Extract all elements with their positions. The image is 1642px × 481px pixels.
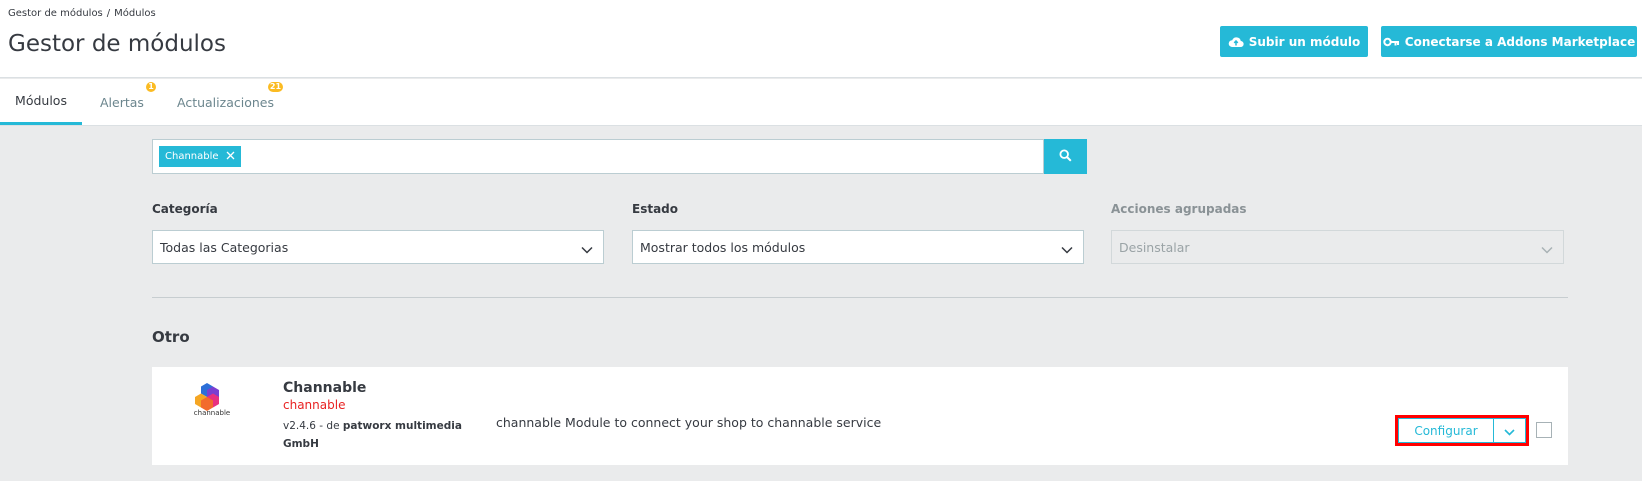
bulk-actions-select: Desinstalar xyxy=(1111,230,1564,264)
bulk-actions-value: Desinstalar xyxy=(1119,239,1190,255)
module-by: - de xyxy=(319,420,340,432)
module-version-author: v2.4.6 - de patworx multimedia GmbH xyxy=(283,417,463,453)
category-filter-label: Categoría xyxy=(152,202,218,216)
tab-modules[interactable]: Módulos xyxy=(0,79,82,125)
chevron-down-icon xyxy=(581,242,593,257)
module-card: channable Channable channable v2.4.6 - d… xyxy=(152,367,1568,465)
tab-alerts[interactable]: Alertas xyxy=(100,79,144,125)
status-select[interactable]: Mostrar todos los módulos xyxy=(632,230,1084,264)
chevron-down-icon xyxy=(1504,421,1515,440)
module-name: Channable xyxy=(283,380,367,396)
category-select-value: Todas las Categorias xyxy=(160,239,289,255)
search-tag-label: Channable xyxy=(165,151,219,162)
module-tabs: Módulos Alertas 1 Actualizaciones 21 xyxy=(0,79,1642,126)
tab-updates[interactable]: Actualizaciones xyxy=(177,79,274,125)
breadcrumb: Gestor de módulos / Módulos xyxy=(8,8,156,19)
key-icon xyxy=(1383,37,1400,47)
module-actions-dropdown-button[interactable] xyxy=(1493,418,1526,443)
module-version: v2.4.6 xyxy=(283,420,316,432)
module-select-checkbox[interactable] xyxy=(1536,422,1552,438)
module-technical-name: channable xyxy=(283,398,346,412)
divider xyxy=(152,297,1568,298)
page-header: Gestor de módulos / Módulos Gestor de módu… xyxy=(0,0,1642,78)
breadcrumb-separator: / xyxy=(106,8,111,19)
breadcrumb-current: Módulos xyxy=(114,8,156,19)
search-button[interactable] xyxy=(1044,139,1087,174)
updates-count-badge: 21 xyxy=(268,82,283,92)
connect-addons-label: Conectarse a Addons Marketplace xyxy=(1404,34,1636,49)
status-select-value: Mostrar todos los módulos xyxy=(640,239,806,255)
search-icon xyxy=(1059,147,1072,166)
category-select[interactable]: Todas las Categorias xyxy=(152,230,604,264)
category-section-title: Otro xyxy=(152,328,190,346)
alerts-count-badge: 1 xyxy=(146,82,156,92)
chevron-down-icon xyxy=(1541,242,1553,257)
module-description: channable Module to connect your shop to… xyxy=(496,415,882,430)
module-search-input[interactable]: Channable xyxy=(152,139,1044,174)
status-filter-label: Estado xyxy=(632,202,679,216)
page-title: Gestor de módulos xyxy=(8,31,226,57)
breadcrumb-link-module-manager[interactable]: Gestor de módulos xyxy=(8,8,103,19)
chevron-down-icon xyxy=(1061,242,1073,257)
bulk-actions-label: Acciones agrupadas xyxy=(1111,202,1247,216)
upload-module-button[interactable]: Subir un módulo xyxy=(1220,26,1368,57)
configure-button[interactable]: Configurar xyxy=(1398,418,1494,443)
module-logo-text: channable xyxy=(193,409,231,417)
cloud-upload-icon xyxy=(1228,36,1244,48)
close-icon[interactable] xyxy=(226,151,235,163)
search-tag: Channable xyxy=(159,146,241,167)
upload-module-label: Subir un módulo xyxy=(1248,34,1361,49)
connect-addons-button[interactable]: Conectarse a Addons Marketplace xyxy=(1381,26,1637,57)
